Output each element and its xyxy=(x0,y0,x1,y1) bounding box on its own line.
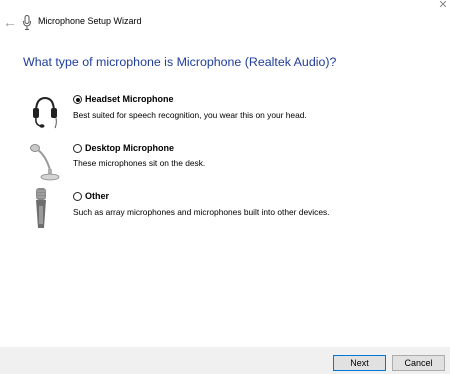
other-radio[interactable] xyxy=(73,192,82,201)
next-button[interactable]: Next xyxy=(333,355,386,371)
option-other[interactable]: Other Such as array microphones and micr… xyxy=(0,186,450,228)
option-label: Other xyxy=(85,191,110,201)
window-title: Microphone Setup Wizard xyxy=(38,16,142,26)
option-description: These microphones sit on the desk. xyxy=(73,158,206,168)
option-label: Desktop Microphone xyxy=(85,143,175,153)
cancel-button[interactable]: Cancel xyxy=(392,355,445,371)
option-desktop[interactable]: Desktop Microphone These microphones sit… xyxy=(0,138,450,183)
desktop-mic-icon xyxy=(30,144,60,181)
desktop-radio[interactable] xyxy=(73,144,82,153)
option-label: Headset Microphone xyxy=(85,94,174,104)
page-heading: What type of microphone is Microphone (R… xyxy=(23,55,337,69)
title-bar: ← Microphone Setup Wizard ✕ xyxy=(0,0,450,40)
handheld-mic-icon xyxy=(36,188,46,228)
headset-icon xyxy=(33,96,57,129)
option-headset[interactable]: Headset Microphone Best suited for speec… xyxy=(0,90,450,130)
back-button[interactable]: ← xyxy=(2,14,18,30)
microphone-icon xyxy=(23,15,31,30)
option-description: Best suited for speech recognition, you … xyxy=(73,110,307,120)
footer-bar: Next Cancel xyxy=(0,347,450,374)
close-button[interactable]: ✕ xyxy=(436,0,450,12)
headset-radio[interactable] xyxy=(73,95,82,104)
option-description: Such as array microphones and microphone… xyxy=(73,207,330,217)
